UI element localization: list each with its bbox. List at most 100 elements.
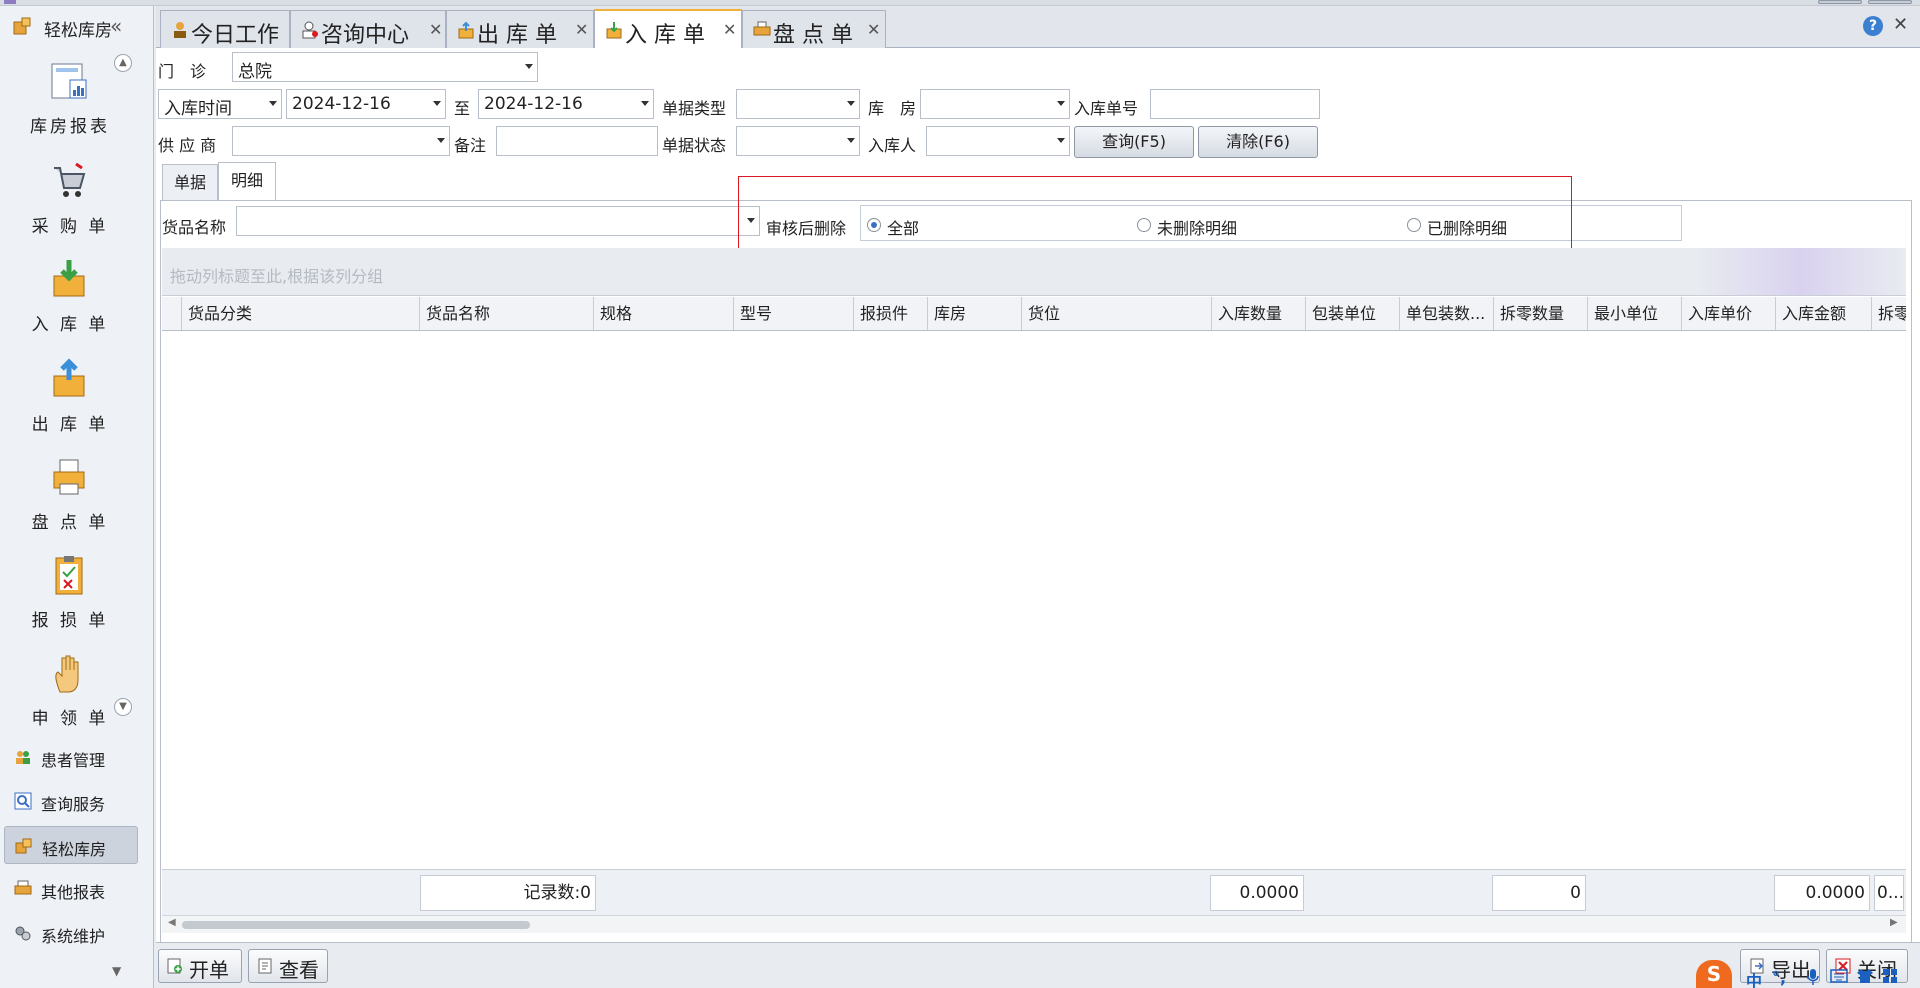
collapse-sidebar-icon[interactable]: «: [110, 14, 122, 38]
time-type-select[interactable]: 入库时间: [158, 89, 282, 119]
qty-total: 0.0000: [1210, 875, 1304, 911]
horizontal-scrollbar[interactable]: ◀ ▶: [162, 915, 1906, 933]
tab-today-work[interactable]: 今日工作: [160, 10, 290, 48]
sidebar-nav-maintenance[interactable]: 系统维护: [4, 914, 138, 952]
window-minimize-button[interactable]: [1818, 0, 1862, 4]
doc-type-select[interactable]: [736, 89, 860, 119]
sidebar-item-label: 盘 点 单: [31, 513, 109, 533]
sidebar-item-outbound[interactable]: 出 库 单: [0, 358, 140, 450]
date-from-field[interactable]: 2024-12-16: [286, 89, 446, 119]
close-all-icon[interactable]: ✕: [1893, 14, 1908, 35]
tab-outbound[interactable]: 出 库 单 ✕: [446, 10, 594, 48]
ime-mode[interactable]: 中: [1746, 968, 1762, 988]
receiver-select[interactable]: [926, 126, 1070, 156]
column-header[interactable]: 型号: [734, 297, 854, 330]
subtab-details[interactable]: 明细: [218, 162, 276, 200]
printer-icon: [14, 880, 32, 895]
ime-menu-grid-icon[interactable]: [1882, 968, 1898, 984]
view-button[interactable]: 查看: [248, 949, 328, 983]
column-header[interactable]: 货品分类: [182, 297, 420, 330]
column-header[interactable]: 最小单位: [1588, 297, 1682, 330]
column-header[interactable]: 入库金额: [1776, 297, 1872, 330]
sidebar-nav-warehouse[interactable]: 轻松库房: [4, 826, 138, 864]
new-document-button[interactable]: 开单: [158, 949, 242, 983]
tab-inbound[interactable]: 入 库 单 ✕: [594, 9, 742, 48]
receipt-no-label: 入库单号: [1074, 99, 1139, 118]
warehouse-select[interactable]: [920, 89, 1070, 119]
sidebar-item-stocktake[interactable]: 盘 点 单: [0, 456, 140, 548]
tab-label: 今日工作: [191, 23, 280, 48]
ime-toolbar[interactable]: S 中 °,: [1696, 960, 1920, 988]
column-header[interactable]: 单包装数...: [1400, 297, 1494, 330]
close-icon[interactable]: ✕: [429, 20, 442, 39]
doc-status-select[interactable]: [736, 126, 860, 156]
column-header[interactable]: 规格: [594, 297, 734, 330]
help-icon[interactable]: ?: [1863, 16, 1883, 36]
document-tab-bar: 今日工作 咨询中心 ✕ 出 库 单 ✕ 入 库 单 ✕ 盘 点 单 ✕: [156, 6, 1920, 48]
remark-input[interactable]: [496, 126, 658, 156]
sidebar-nav-label: 系统维护: [41, 927, 106, 946]
split-qty-total: 0: [1492, 875, 1586, 911]
time-type-value: 入库时间: [164, 99, 232, 119]
doc-type-label: 单据类型: [662, 99, 727, 118]
column-header[interactable]: 货位: [1022, 297, 1212, 330]
tab-consult-center[interactable]: 咨询中心 ✕: [290, 10, 446, 48]
column-header[interactable]: 包装单位: [1306, 297, 1400, 330]
receipt-no-input[interactable]: [1150, 89, 1320, 119]
clear-button[interactable]: 清除(F6): [1198, 126, 1318, 158]
query-button[interactable]: 查询(F5): [1074, 126, 1194, 158]
column-header[interactable]: 入库数量: [1212, 297, 1306, 330]
skin-shirt-icon[interactable]: [1856, 968, 1874, 984]
tab-label: 入 库 单: [625, 23, 705, 48]
sidebar-nav-patients[interactable]: 患者管理: [4, 738, 138, 776]
ime-punctuation[interactable]: °,: [1772, 968, 1786, 987]
close-icon[interactable]: ✕: [723, 20, 736, 39]
scrollbar-thumb[interactable]: [182, 921, 530, 929]
chevron-down-icon: [847, 138, 855, 143]
column-header[interactable]: 货品名称: [420, 297, 594, 330]
date-to-field[interactable]: 2024-12-16: [478, 89, 654, 119]
search-icon: [14, 792, 32, 810]
sidebar-item-damage[interactable]: 报 损 单: [0, 554, 140, 646]
inbox-out-icon: [458, 21, 474, 39]
sidebar: 轻松库房 « ▲ 库房报表 采 购 单 入 库 单 出 库 单 盘 点 单 报 …: [0, 6, 154, 988]
microphone-icon[interactable]: [1806, 968, 1820, 986]
column-header[interactable]: 报损件: [854, 297, 928, 330]
sidebar-nav-reports[interactable]: 其他报表: [4, 870, 138, 908]
scroll-left-icon[interactable]: ◀: [168, 917, 176, 928]
close-icon[interactable]: ✕: [575, 20, 588, 39]
column-header[interactable]: 库房: [928, 297, 1022, 330]
new-document-label: 开单: [189, 958, 229, 982]
close-icon[interactable]: ✕: [867, 20, 880, 39]
grid-body[interactable]: [162, 331, 1906, 869]
clinic-select[interactable]: 总院: [232, 52, 538, 82]
sidebar-item-report[interactable]: 库房报表: [0, 60, 140, 152]
tab-label: 盘 点 单: [773, 23, 853, 48]
group-by-panel[interactable]: 拖动列标题至此,根据该列分组: [162, 248, 1906, 296]
chevron-down-icon: [641, 101, 649, 106]
scroll-right-icon[interactable]: ▶: [1890, 917, 1898, 928]
printer-icon: [53, 459, 85, 495]
sidebar-overflow-icon[interactable]: ▼: [112, 964, 121, 978]
keyboard-icon[interactable]: [1830, 968, 1848, 984]
subtab-documents[interactable]: 单据: [162, 164, 218, 200]
sidebar-nav-query[interactable]: 查询服务: [4, 782, 138, 820]
window-maximize-button[interactable]: [1868, 0, 1912, 4]
sidebar-nav-label: 患者管理: [41, 751, 106, 770]
tab-label: 咨询中心: [321, 23, 410, 48]
sidebar-item-inbound[interactable]: 入 库 单: [0, 258, 140, 350]
goods-name-select[interactable]: [236, 206, 760, 236]
column-header[interactable]: 拆零数量: [1494, 297, 1588, 330]
column-header[interactable]: 入库单价: [1682, 297, 1776, 330]
hand-icon: [55, 655, 79, 693]
tab-label: 出 库 单: [477, 23, 557, 48]
printer-icon: [753, 21, 771, 36]
person-icon: [174, 22, 186, 38]
sidebar-item-purchase[interactable]: 采 购 单: [0, 160, 140, 252]
chevron-down-icon: [433, 101, 441, 106]
column-header[interactable]: 拆零: [1872, 297, 1906, 330]
supplier-select[interactable]: [232, 126, 450, 156]
grid-summary-footer: 记录数:0 0.0000 0 0.0000 0...: [162, 869, 1906, 915]
tab-stocktake[interactable]: 盘 点 单 ✕: [742, 10, 886, 48]
scroll-down-icon[interactable]: ▼: [114, 698, 132, 716]
